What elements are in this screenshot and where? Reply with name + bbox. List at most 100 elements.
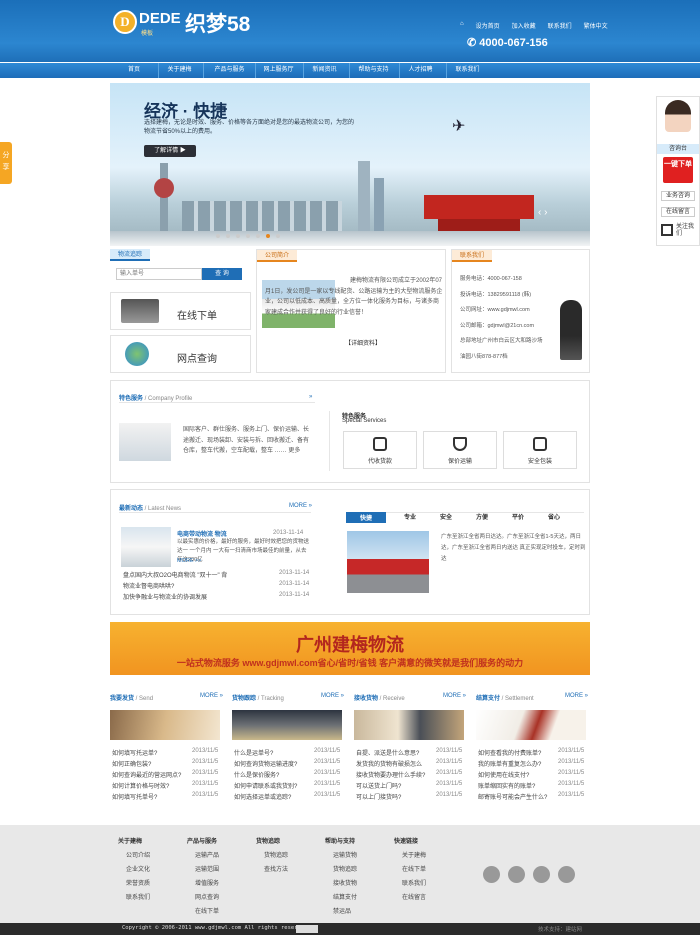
col-settlement-item[interactable]: 如何使用在线支付? <box>478 770 529 779</box>
tab-fast[interactable]: 快捷 <box>346 512 387 523</box>
banner-dot-active[interactable] <box>266 234 270 238</box>
nav-help[interactable]: 帮助与支持 <box>349 63 397 78</box>
col-settlement-item[interactable]: 账单缩回实有的账单? <box>478 781 535 790</box>
col-receive-item[interactable]: 自提、派送是什么意思? <box>356 748 419 757</box>
col-send-more[interactable]: MORE » <box>200 693 223 699</box>
online-order-card[interactable]: 在线下单 <box>110 292 251 330</box>
news-item[interactable]: 物流业督电商哄哄? <box>123 581 174 590</box>
col-settlement-item[interactable]: 我的账单有重复怎么办? <box>478 759 541 768</box>
tencent-weibo-icon[interactable] <box>533 866 550 883</box>
col-tracking-item[interactable]: 如何申请联系或我货别? <box>234 781 297 790</box>
tracking-tab[interactable]: 物流追踪 <box>110 249 151 261</box>
nav-online-hall[interactable]: 网上服务厅 <box>255 63 301 78</box>
col-tracking-more[interactable]: MORE » <box>321 693 344 699</box>
footer-link[interactable]: 货物追踪 <box>256 850 288 859</box>
footer-link[interactable]: 查找方法 <box>256 864 288 873</box>
col-receive-more[interactable]: MORE » <box>443 693 466 699</box>
news-headline[interactable]: 电商带动物流 物流 <box>177 529 227 538</box>
col-tracking-item[interactable]: 什么是运单号? <box>234 748 273 757</box>
float-follow-label[interactable]: 关注我们 <box>676 224 698 238</box>
col-tracking-item[interactable]: 如何选择运单或追踪? <box>234 792 291 801</box>
top-link-home[interactable]: 设为首页 <box>476 21 500 31</box>
nav-products[interactable]: 产品与服务 <box>203 63 255 78</box>
weibo-icon[interactable] <box>508 866 525 883</box>
outlet-query-card[interactable]: 网点查询 <box>110 335 251 373</box>
news-headline-more[interactable]: MORE >> <box>177 558 201 564</box>
news-item[interactable]: 加快争融业与物流业的协调发展 <box>123 592 207 601</box>
nav-news[interactable]: 新闻资讯 <box>303 63 345 78</box>
footer-link[interactable]: 增值服务 <box>187 878 219 887</box>
company-tab[interactable]: 公司简介 <box>257 250 298 262</box>
nav-jobs[interactable]: 人才招聘 <box>399 63 441 78</box>
news-more-link[interactable]: MORE » <box>289 503 312 509</box>
footer-link[interactable]: 联系我们 <box>394 878 426 887</box>
site-logo[interactable]: D DEDE 模板 织梦58 <box>113 9 261 39</box>
tracking-number-input[interactable] <box>116 268 202 280</box>
banner-dot[interactable] <box>256 234 260 238</box>
footer-link[interactable]: 荣誉资质 <box>118 878 150 887</box>
footer-link[interactable]: 运输货物 <box>325 850 357 859</box>
insured-service-button[interactable]: 保价运输 <box>423 431 497 469</box>
top-link-traditional[interactable]: 繁体中文 <box>584 21 608 31</box>
footer-link[interactable]: 接收货物 <box>325 878 357 887</box>
nav-home[interactable]: 首页 <box>113 63 155 78</box>
tech-support-text[interactable]: 技术支持：建站网 <box>538 925 582 933</box>
share-tab[interactable]: 分享 <box>0 142 12 184</box>
footer-link[interactable]: 联系我们 <box>118 892 150 901</box>
tab-safe[interactable]: 安全 <box>440 512 452 521</box>
banner-dot[interactable] <box>216 234 220 238</box>
one-click-order-button[interactable]: 一键下单 <box>663 157 693 183</box>
col-send-item[interactable]: 如何填写托单号? <box>112 792 157 801</box>
banner-dot[interactable] <box>236 234 240 238</box>
email-icon[interactable] <box>483 866 500 883</box>
tracking-query-button[interactable]: 查 询 <box>202 268 242 280</box>
float-message-button[interactable]: 在线留言 <box>661 207 695 217</box>
tab-pro[interactable]: 专业 <box>404 512 416 521</box>
tab-easy[interactable]: 省心 <box>548 512 560 521</box>
footer-link[interactable]: 在线下单 <box>187 906 219 915</box>
banner-dot[interactable] <box>276 234 280 238</box>
banner-dot[interactable] <box>246 234 250 238</box>
contact-tab[interactable]: 联系我们 <box>452 250 493 262</box>
footer-link[interactable]: 网点查询 <box>187 892 219 901</box>
news-item[interactable]: 盘点国内大叔O2O电商物流 "双十一" 背 <box>123 570 227 579</box>
col-tracking-item[interactable]: 如何查询货物运输进度? <box>234 759 297 768</box>
col-settlement-item[interactable]: 邮寄账号可能会产生什么? <box>478 792 547 801</box>
footer-link[interactable]: 运输产品 <box>187 850 219 859</box>
footer-link[interactable]: 结算支付 <box>325 892 357 901</box>
col-settlement-item[interactable]: 如何查看我的付费账单? <box>478 748 541 757</box>
footer-link[interactable]: 关于建梅 <box>394 850 426 859</box>
banner-arrows[interactable]: ‹ › <box>538 207 547 218</box>
col-send-item[interactable]: 如何计算价格与时效? <box>112 781 169 790</box>
banner-detail-button[interactable]: 了解详情 ▶ <box>144 145 196 157</box>
col-receive-item[interactable]: 可以上门接货吗? <box>356 792 401 801</box>
packaging-service-button[interactable]: 安全包装 <box>503 431 577 469</box>
cod-service-button[interactable]: 代收货款 <box>343 431 417 469</box>
footer-link[interactable]: 公司介绍 <box>118 850 150 859</box>
nav-about[interactable]: 关于建梅 <box>158 63 200 78</box>
float-consult-button[interactable]: 业务咨询 <box>661 191 695 201</box>
footer-link[interactable]: 企业文化 <box>118 864 150 873</box>
company-detail-link[interactable]: 【详细资料】 <box>345 338 381 347</box>
col-receive-item[interactable]: 可以送货上门吗? <box>356 781 401 790</box>
tab-cheap[interactable]: 平价 <box>512 512 524 521</box>
col-send-item[interactable]: 如何查询最近的营运网点? <box>112 770 181 779</box>
top-link-favorite[interactable]: 加入收藏 <box>512 21 536 31</box>
nav-contact[interactable]: 联系我们 <box>446 63 488 78</box>
col-receive-item[interactable]: 接收货物要办理什么手续? <box>356 770 425 779</box>
tab-convenient[interactable]: 方便 <box>476 512 488 521</box>
footer-link[interactable]: 在线下单 <box>394 864 426 873</box>
col-send-item[interactable]: 如何填写托运单? <box>112 748 157 757</box>
footer-link[interactable]: 货物追踪 <box>325 864 357 873</box>
footer-link[interactable]: 运输范围 <box>187 864 219 873</box>
footer-link[interactable]: 在线留言 <box>394 892 426 901</box>
features-more-icon[interactable]: » <box>309 394 312 400</box>
col-settlement-more[interactable]: MORE » <box>565 693 588 699</box>
col-tracking-item[interactable]: 什么是保价服务? <box>234 770 279 779</box>
banner-dot[interactable] <box>226 234 230 238</box>
top-link-contact[interactable]: 联系我们 <box>548 21 572 31</box>
wechat-icon[interactable] <box>558 866 575 883</box>
col-send-item[interactable]: 如何正确包装? <box>112 759 151 768</box>
footer-link[interactable]: 禁运品 <box>325 906 357 915</box>
col-receive-item[interactable]: 发货我的货物有破损怎么 <box>356 759 422 768</box>
